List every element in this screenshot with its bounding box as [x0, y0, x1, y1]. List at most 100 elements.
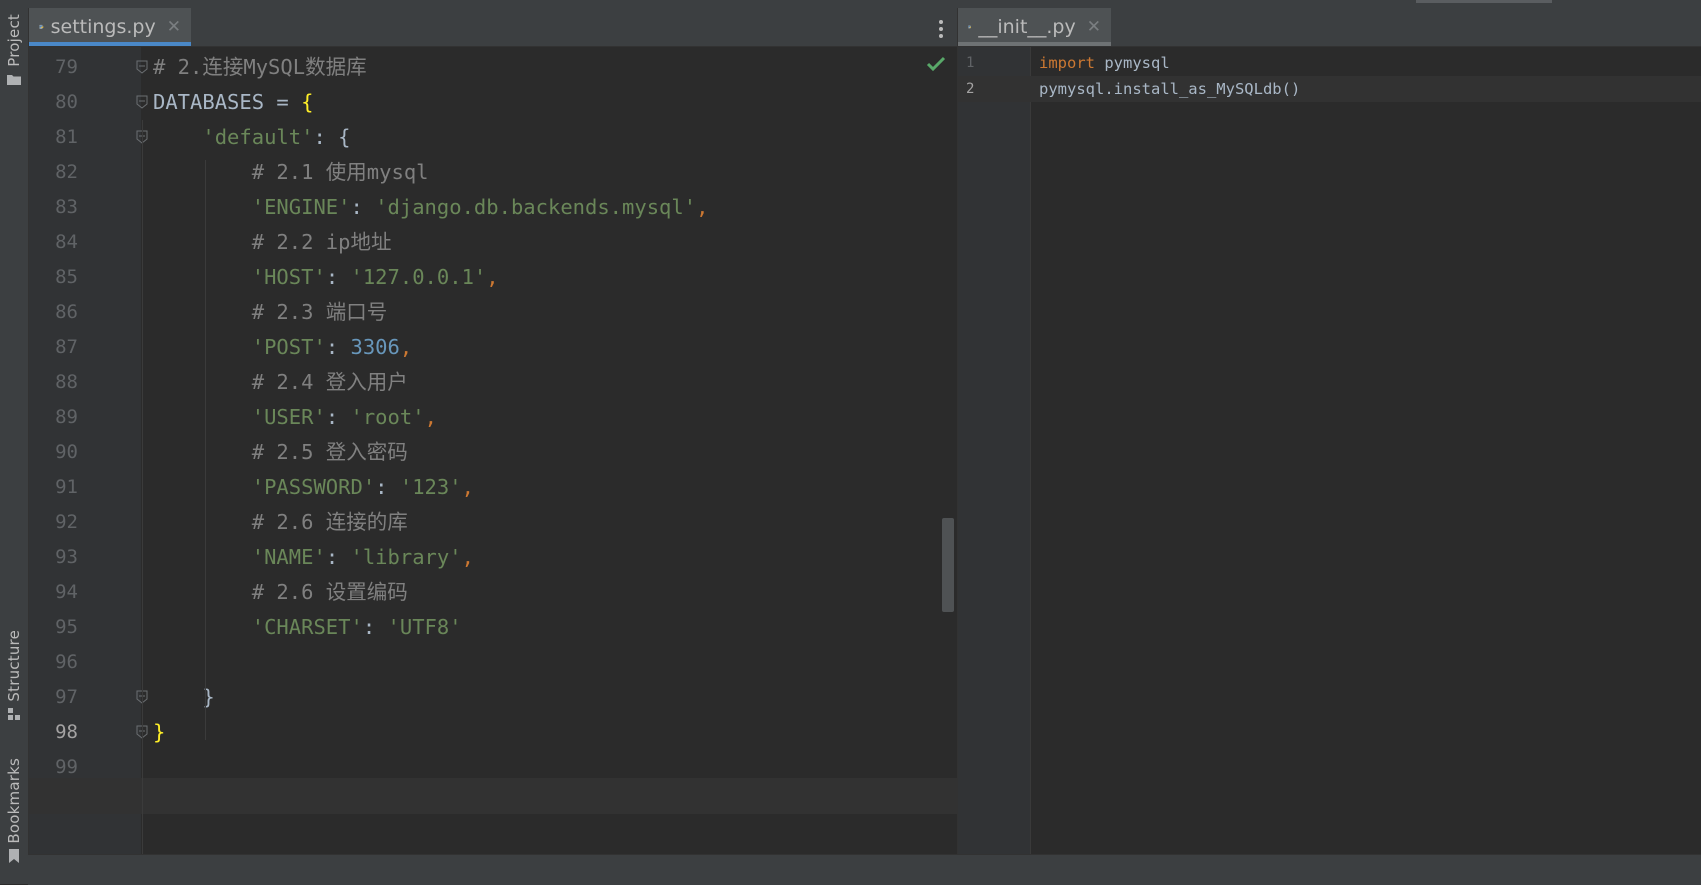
python-file-icon [968, 25, 972, 29]
line-number: 93 [55, 546, 78, 568]
code-line: 'CHARSET': 'UTF8' [153, 610, 462, 645]
line-number: 85 [55, 266, 78, 288]
code-token: , [461, 545, 474, 569]
code-token: 'library' [350, 545, 462, 569]
code-token: , [696, 195, 709, 219]
code-token: # 2.4 登入用户 [251, 370, 408, 394]
close-icon[interactable]: ✕ [167, 17, 181, 37]
code-token: : [325, 335, 351, 359]
code-line: 'POST': 3306, [153, 330, 412, 365]
line-number: 95 [55, 616, 78, 638]
code-token: # 2.3 端口号 [251, 300, 388, 324]
code-line: # 2.4 登入用户 [153, 365, 408, 400]
structure-tool-button[interactable]: Structure [2, 630, 26, 726]
tab-underline [958, 42, 1111, 46]
active-tab-underline [29, 42, 191, 46]
code-token: 3306 [350, 335, 400, 359]
code-line: # 2.6 连接的库 [153, 505, 408, 540]
code-token: # 2.6 连接的库 [251, 510, 408, 534]
close-icon[interactable]: ✕ [1087, 17, 1101, 37]
code-token: : [325, 545, 351, 569]
fold-marker-icon[interactable] [136, 95, 148, 109]
code-token: 'HOST' [251, 265, 326, 289]
code-token: : [350, 195, 376, 219]
code-token: 'PASSWORD' [251, 475, 376, 499]
tab-init-py[interactable]: __init__.py ✕ [958, 8, 1111, 46]
project-tool-label: Project [5, 14, 23, 67]
code-token: , [424, 405, 437, 429]
code-token: '127.0.0.1' [350, 265, 487, 289]
code-line: # 2.5 登入密码 [153, 435, 408, 470]
project-tool-button[interactable]: Project [2, 14, 26, 91]
code-line: 'USER': 'root', [153, 400, 437, 435]
left-scrollbar-thumb[interactable] [942, 518, 954, 612]
line-number: 80 [55, 91, 78, 113]
line-number: 86 [55, 301, 78, 323]
line-number: 81 [55, 126, 78, 148]
right-gutter-border [1030, 47, 1031, 854]
indent-guide [205, 160, 206, 740]
tab-settings-label: settings.py [50, 16, 156, 38]
code-line: # 2.2 ip地址 [153, 225, 392, 260]
code-token: # 2.5 登入密码 [251, 440, 408, 464]
structure-tool-label: Structure [5, 630, 23, 702]
bookmarks-tool-button[interactable]: Bookmarks [2, 758, 26, 868]
code-token: , [486, 265, 499, 289]
code-token: { [301, 90, 314, 114]
code-token: 'USER' [251, 405, 326, 429]
code-line: pymysql.install_as_MySQLdb() [1039, 76, 1300, 102]
code-line: 'NAME': 'library', [153, 540, 474, 575]
code-token: pymysql [1095, 54, 1170, 72]
python-file-icon [39, 24, 44, 29]
tab-init-label: __init__.py [978, 16, 1076, 38]
status-bar [28, 854, 1701, 885]
line-number: 2 [966, 81, 975, 97]
code-token: } [153, 720, 166, 744]
left-editor-tabbar: settings.py ✕ [29, 8, 957, 47]
folder-icon [7, 74, 21, 85]
code-token: # 2.1 使用mysql [251, 160, 429, 184]
code-token: DATABASES = [153, 90, 302, 114]
line-number: 87 [55, 336, 78, 358]
code-line: import pymysql [1039, 50, 1170, 76]
tab-settings-py[interactable]: settings.py ✕ [29, 8, 191, 46]
line-number: 82 [55, 161, 78, 183]
current-line-highlight [29, 778, 957, 814]
code-line: 'default': { [153, 120, 351, 155]
code-token: : [375, 475, 400, 499]
code-token: 'ENGINE' [251, 195, 351, 219]
line-number: 97 [55, 686, 78, 708]
check-icon [926, 56, 946, 72]
more-vert-icon[interactable] [939, 17, 945, 41]
code-token: : [362, 615, 388, 639]
code-token: , [461, 475, 474, 499]
code-token: 'django.db.backends.mysql' [375, 195, 697, 219]
line-number: 96 [55, 651, 78, 673]
line-number: 79 [55, 56, 78, 78]
tool-window-strip: Project Structure Bookmarks [0, 0, 29, 884]
fold-marker-icon[interactable] [136, 60, 148, 74]
code-token: 'NAME' [251, 545, 326, 569]
code-line: 'ENGINE': 'django.db.backends.mysql', [153, 190, 709, 225]
indent-guide [142, 120, 143, 855]
line-number: 91 [55, 476, 78, 498]
code-token: , [399, 335, 413, 359]
code-token: # 2.2 ip地址 [251, 230, 392, 254]
code-token: : { [313, 125, 351, 149]
line-number: 83 [55, 196, 78, 218]
line-number: 89 [55, 406, 78, 428]
line-number: 1 [966, 55, 975, 71]
code-token: 'POST' [251, 335, 326, 359]
top-scroll-thumb[interactable] [1416, 0, 1552, 3]
